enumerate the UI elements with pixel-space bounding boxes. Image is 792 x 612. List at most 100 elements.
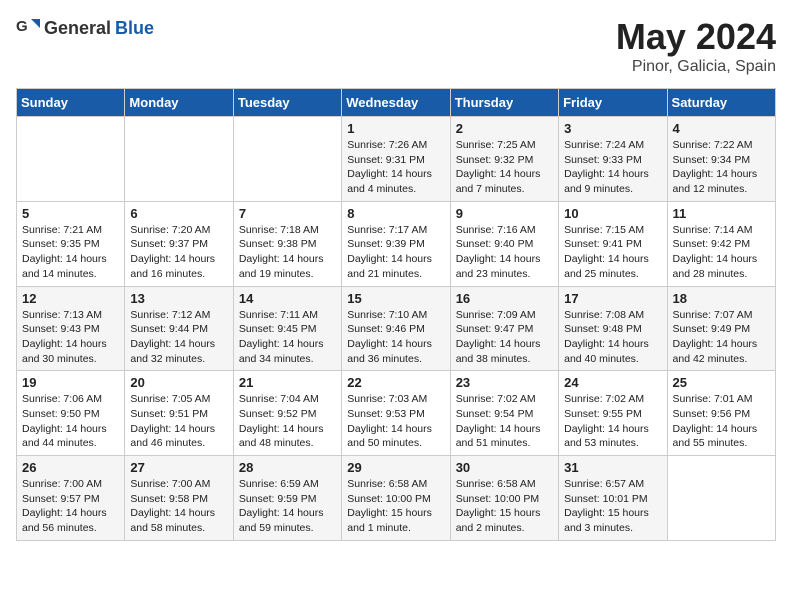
logo-general-text: General <box>44 18 111 39</box>
day-number: 15 <box>347 291 444 306</box>
sunset-text: Sunset: 9:34 PM <box>673 154 751 166</box>
cell-info: Sunrise: 7:12 AM Sunset: 9:44 PM Dayligh… <box>130 308 227 367</box>
calendar-week-row: 26 Sunrise: 7:00 AM Sunset: 9:57 PM Dayl… <box>17 456 776 541</box>
day-number: 28 <box>239 460 336 475</box>
calendar-week-row: 19 Sunrise: 7:06 AM Sunset: 9:50 PM Dayl… <box>17 371 776 456</box>
cell-info: Sunrise: 7:25 AM Sunset: 9:32 PM Dayligh… <box>456 138 553 197</box>
cell-info: Sunrise: 7:08 AM Sunset: 9:48 PM Dayligh… <box>564 308 661 367</box>
calendar-week-row: 5 Sunrise: 7:21 AM Sunset: 9:35 PM Dayli… <box>17 201 776 286</box>
daylight-text: Daylight: 14 hours and 30 minutes. <box>22 338 107 365</box>
sunrise-text: Sunrise: 7:07 AM <box>673 309 753 321</box>
daylight-text: Daylight: 15 hours and 1 minute. <box>347 507 432 534</box>
daylight-text: Daylight: 14 hours and 9 minutes. <box>564 168 649 195</box>
sunset-text: Sunset: 9:54 PM <box>456 408 534 420</box>
calendar-cell: 21 Sunrise: 7:04 AM Sunset: 9:52 PM Dayl… <box>233 371 341 456</box>
calendar-cell: 28 Sunrise: 6:59 AM Sunset: 9:59 PM Dayl… <box>233 456 341 541</box>
sunrise-text: Sunrise: 7:25 AM <box>456 139 536 151</box>
calendar-cell: 12 Sunrise: 7:13 AM Sunset: 9:43 PM Dayl… <box>17 286 125 371</box>
day-header-row: SundayMondayTuesdayWednesdayThursdayFrid… <box>17 89 776 117</box>
day-number: 25 <box>673 375 770 390</box>
day-number: 20 <box>130 375 227 390</box>
day-number: 27 <box>130 460 227 475</box>
calendar-cell: 5 Sunrise: 7:21 AM Sunset: 9:35 PM Dayli… <box>17 201 125 286</box>
calendar-cell: 20 Sunrise: 7:05 AM Sunset: 9:51 PM Dayl… <box>125 371 233 456</box>
calendar-cell: 4 Sunrise: 7:22 AM Sunset: 9:34 PM Dayli… <box>667 117 775 202</box>
day-number: 12 <box>22 291 119 306</box>
cell-info: Sunrise: 6:58 AM Sunset: 10:00 PM Daylig… <box>456 477 553 536</box>
sunrise-text: Sunrise: 7:09 AM <box>456 309 536 321</box>
daylight-text: Daylight: 14 hours and 51 minutes. <box>456 423 541 450</box>
sunset-text: Sunset: 9:31 PM <box>347 154 425 166</box>
daylight-text: Daylight: 14 hours and 38 minutes. <box>456 338 541 365</box>
day-number: 3 <box>564 121 661 136</box>
day-number: 21 <box>239 375 336 390</box>
daylight-text: Daylight: 14 hours and 56 minutes. <box>22 507 107 534</box>
cell-info: Sunrise: 7:18 AM Sunset: 9:38 PM Dayligh… <box>239 223 336 282</box>
calendar-cell: 23 Sunrise: 7:02 AM Sunset: 9:54 PM Dayl… <box>450 371 558 456</box>
cell-info: Sunrise: 7:22 AM Sunset: 9:34 PM Dayligh… <box>673 138 770 197</box>
calendar-cell: 24 Sunrise: 7:02 AM Sunset: 9:55 PM Dayl… <box>559 371 667 456</box>
calendar-cell: 29 Sunrise: 6:58 AM Sunset: 10:00 PM Day… <box>342 456 450 541</box>
day-number: 8 <box>347 206 444 221</box>
sunrise-text: Sunrise: 7:21 AM <box>22 224 102 236</box>
day-of-week-header: Monday <box>125 89 233 117</box>
cell-info: Sunrise: 7:03 AM Sunset: 9:53 PM Dayligh… <box>347 392 444 451</box>
daylight-text: Daylight: 15 hours and 2 minutes. <box>456 507 541 534</box>
cell-info: Sunrise: 7:10 AM Sunset: 9:46 PM Dayligh… <box>347 308 444 367</box>
calendar-week-row: 1 Sunrise: 7:26 AM Sunset: 9:31 PM Dayli… <box>17 117 776 202</box>
day-of-week-header: Sunday <box>17 89 125 117</box>
sunset-text: Sunset: 9:32 PM <box>456 154 534 166</box>
sunset-text: Sunset: 10:01 PM <box>564 493 647 505</box>
cell-info: Sunrise: 7:20 AM Sunset: 9:37 PM Dayligh… <box>130 223 227 282</box>
day-of-week-header: Wednesday <box>342 89 450 117</box>
cell-info: Sunrise: 6:57 AM Sunset: 10:01 PM Daylig… <box>564 477 661 536</box>
sunrise-text: Sunrise: 7:00 AM <box>130 478 210 490</box>
sunrise-text: Sunrise: 6:59 AM <box>239 478 319 490</box>
sunrise-text: Sunrise: 6:58 AM <box>456 478 536 490</box>
daylight-text: Daylight: 14 hours and 16 minutes. <box>130 253 215 280</box>
daylight-text: Daylight: 14 hours and 58 minutes. <box>130 507 215 534</box>
daylight-text: Daylight: 14 hours and 14 minutes. <box>22 253 107 280</box>
day-of-week-header: Thursday <box>450 89 558 117</box>
daylight-text: Daylight: 14 hours and 34 minutes. <box>239 338 324 365</box>
calendar-cell <box>667 456 775 541</box>
logo-blue-text: Blue <box>115 18 154 39</box>
cell-info: Sunrise: 7:00 AM Sunset: 9:57 PM Dayligh… <box>22 477 119 536</box>
daylight-text: Daylight: 14 hours and 40 minutes. <box>564 338 649 365</box>
day-number: 18 <box>673 291 770 306</box>
sunset-text: Sunset: 9:50 PM <box>22 408 100 420</box>
calendar-cell: 18 Sunrise: 7:07 AM Sunset: 9:49 PM Dayl… <box>667 286 775 371</box>
calendar-title: May 2024 <box>616 16 776 58</box>
daylight-text: Daylight: 14 hours and 53 minutes. <box>564 423 649 450</box>
daylight-text: Daylight: 14 hours and 19 minutes. <box>239 253 324 280</box>
day-number: 29 <box>347 460 444 475</box>
sunset-text: Sunset: 9:41 PM <box>564 238 642 250</box>
cell-info: Sunrise: 7:01 AM Sunset: 9:56 PM Dayligh… <box>673 392 770 451</box>
daylight-text: Daylight: 14 hours and 4 minutes. <box>347 168 432 195</box>
day-number: 14 <box>239 291 336 306</box>
sunset-text: Sunset: 9:37 PM <box>130 238 208 250</box>
sunset-text: Sunset: 9:42 PM <box>673 238 751 250</box>
calendar-cell: 14 Sunrise: 7:11 AM Sunset: 9:45 PM Dayl… <box>233 286 341 371</box>
daylight-text: Daylight: 14 hours and 48 minutes. <box>239 423 324 450</box>
calendar-cell: 27 Sunrise: 7:00 AM Sunset: 9:58 PM Dayl… <box>125 456 233 541</box>
sunrise-text: Sunrise: 7:01 AM <box>673 393 753 405</box>
sunrise-text: Sunrise: 7:08 AM <box>564 309 644 321</box>
day-number: 6 <box>130 206 227 221</box>
sunrise-text: Sunrise: 7:03 AM <box>347 393 427 405</box>
day-number: 10 <box>564 206 661 221</box>
daylight-text: Daylight: 14 hours and 28 minutes. <box>673 253 758 280</box>
calendar-cell: 13 Sunrise: 7:12 AM Sunset: 9:44 PM Dayl… <box>125 286 233 371</box>
sunset-text: Sunset: 9:49 PM <box>673 323 751 335</box>
sunset-text: Sunset: 9:38 PM <box>239 238 317 250</box>
daylight-text: Daylight: 14 hours and 55 minutes. <box>673 423 758 450</box>
sunrise-text: Sunrise: 7:04 AM <box>239 393 319 405</box>
sunrise-text: Sunrise: 6:57 AM <box>564 478 644 490</box>
cell-info: Sunrise: 7:05 AM Sunset: 9:51 PM Dayligh… <box>130 392 227 451</box>
svg-text:G: G <box>16 18 28 35</box>
sunset-text: Sunset: 9:40 PM <box>456 238 534 250</box>
calendar-cell <box>17 117 125 202</box>
calendar-cell <box>233 117 341 202</box>
day-number: 13 <box>130 291 227 306</box>
day-number: 24 <box>564 375 661 390</box>
